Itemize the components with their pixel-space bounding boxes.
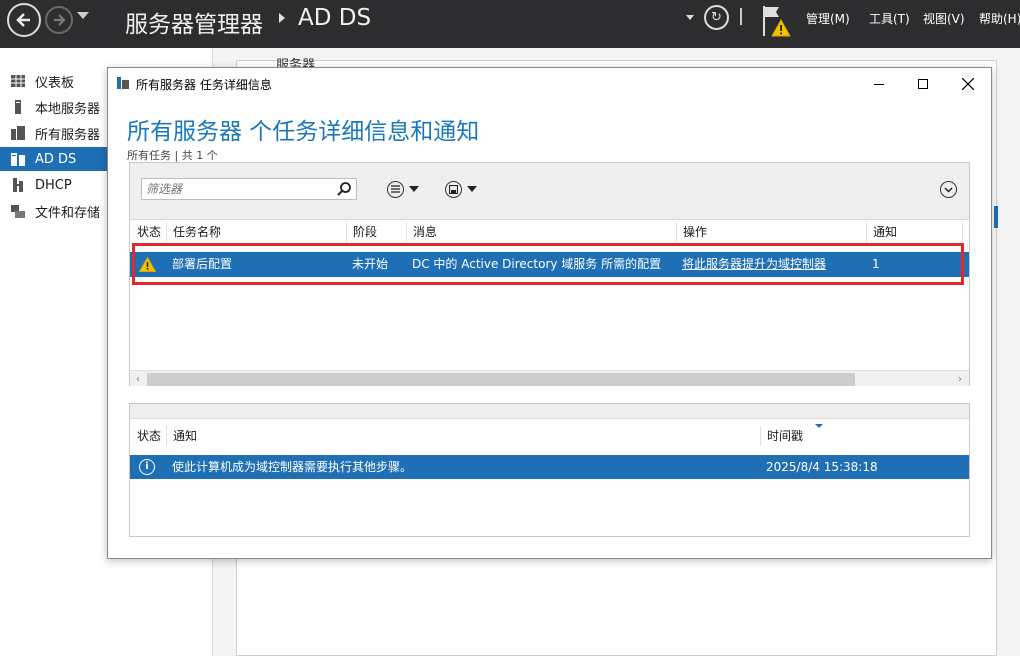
- arrow-right-icon: [54, 14, 66, 26]
- maximize-icon: [918, 78, 928, 89]
- minimize-icon: [874, 83, 884, 85]
- dialog-titlebar[interactable]: 所有服务器 任务详细信息: [108, 68, 991, 99]
- storage-icon: [11, 205, 25, 218]
- history-dropdown[interactable]: [77, 12, 89, 19]
- sidebar-item-label: 仪表板: [35, 75, 75, 91]
- scroll-right-icon[interactable]: ›: [953, 373, 967, 386]
- filter-input[interactable]: [141, 178, 357, 200]
- sidebar-item-label: 所有服务器: [35, 127, 101, 143]
- dhcp-icon: [13, 178, 23, 192]
- table-row[interactable]: 部署后配置 未开始 DC 中的 Active Directory 域服务 所需的…: [130, 252, 969, 277]
- task-stage: 未开始: [352, 257, 389, 271]
- divider: [740, 8, 742, 25]
- sidebar-item-all-servers[interactable]: 所有服务器: [0, 121, 107, 145]
- back-button[interactable]: [7, 3, 41, 37]
- promote-to-dc-link[interactable]: 将此服务器提升为域控制器: [682, 257, 826, 271]
- list-item[interactable]: i 使此计算机成为域控制器需要执行其他步骤。 2025/8/4 15:38:18: [130, 455, 969, 479]
- save-query-button[interactable]: [445, 180, 485, 198]
- column-header-action[interactable]: 操作: [676, 222, 866, 242]
- task-action-cell: 将此服务器提升为域控制器: [682, 252, 826, 277]
- refresh-button[interactable]: ↻: [704, 5, 729, 30]
- notification-list: 状态 通知 时间戳 i 使此计算机成为域控制器需要执行其他步骤。 2025/8/…: [129, 403, 970, 537]
- column-header-message[interactable]: 消息: [406, 222, 676, 242]
- sidebar-item-dashboard[interactable]: 仪表板: [0, 69, 107, 93]
- column-header-task-name[interactable]: 任务名称: [166, 222, 346, 242]
- menu-help[interactable]: 帮助(H): [979, 10, 1020, 27]
- app-title: 服务器管理器: [125, 12, 263, 38]
- server-manager-icon: [117, 77, 129, 89]
- column-header-notification[interactable]: 通知: [166, 426, 760, 446]
- notification-toolbar: [130, 404, 969, 419]
- column-header-status[interactable]: 状态: [131, 222, 161, 242]
- sidebar-item-adds[interactable]: AD DS: [0, 147, 107, 171]
- column-header-timestamp[interactable]: 时间戳: [760, 426, 873, 446]
- breadcrumb-separator-icon: [279, 13, 285, 23]
- column-header-notifications[interactable]: 通知: [866, 222, 962, 242]
- scrollbar-accent: [994, 206, 998, 228]
- list-icon: [387, 180, 404, 198]
- sidebar-item-file-storage[interactable]: 文件和存储: [0, 199, 107, 223]
- maximize-button[interactable]: [900, 68, 946, 99]
- sidebar-item-label: 本地服务器: [35, 101, 101, 117]
- dialog-title: 所有服务器 任务详细信息: [136, 78, 272, 92]
- search-icon[interactable]: [336, 181, 352, 197]
- scroll-left-icon[interactable]: ‹: [131, 373, 145, 386]
- forward-button[interactable]: [45, 6, 73, 34]
- chevron-down-icon: [467, 186, 477, 192]
- sort-descending-icon: [815, 424, 823, 428]
- sidebar-item-label: DHCP: [35, 177, 72, 193]
- chevron-down-icon: [409, 186, 419, 192]
- sidebar-item-dhcp[interactable]: DHCP: [0, 173, 107, 197]
- task-message: DC 中的 Active Directory 域服务 所需的配置: [412, 257, 662, 271]
- save-icon: [445, 180, 462, 198]
- page-title: AD DS: [298, 5, 372, 31]
- column-header-stage[interactable]: 阶段: [346, 222, 406, 242]
- task-name: 部署后配置: [172, 257, 233, 271]
- dialog-heading: 所有服务器 个任务详细信息和通知: [127, 119, 480, 145]
- dashboard-icon: [11, 75, 25, 87]
- chevron-down-icon[interactable]: [686, 15, 694, 20]
- refresh-icon: ↻: [711, 10, 722, 25]
- close-button[interactable]: [945, 68, 991, 99]
- info-icon: i: [139, 459, 155, 475]
- adds-icon: [11, 153, 25, 166]
- task-list: 状态 任务名称 阶段 消息 操作 通知 进 部署后配置 未开始 DC 中的 Ac…: [129, 162, 970, 386]
- column-options-button[interactable]: [387, 180, 427, 198]
- column-header-progress[interactable]: 进: [962, 222, 969, 242]
- warning-icon: [139, 257, 156, 272]
- task-count: 所有任务 | 共 1 个: [127, 149, 218, 162]
- minimize-button[interactable]: [856, 68, 902, 99]
- task-notifications: 1: [872, 257, 880, 271]
- horizontal-scrollbar[interactable]: ‹ ›: [130, 370, 969, 386]
- arrow-left-icon: [16, 13, 30, 27]
- scrollbar-thumb[interactable]: [147, 373, 855, 386]
- notifications-flag-icon[interactable]: [762, 4, 792, 38]
- notification-message: 使此计算机成为域控制器需要执行其他步骤。: [172, 460, 413, 474]
- sidebar: 仪表板 本地服务器 所有服务器 AD DS DHCP 文件和存储: [0, 48, 107, 656]
- task-details-dialog: 所有服务器 任务详细信息 所有服务器 个任务详细信息和通知 所有任务 | 共 1…: [107, 67, 992, 559]
- sidebar-item-local-server[interactable]: 本地服务器: [0, 95, 107, 119]
- expand-button[interactable]: [940, 181, 957, 198]
- close-icon: [962, 77, 974, 90]
- menu-manage[interactable]: 管理(M): [806, 10, 850, 27]
- menu-tools[interactable]: 工具(T): [869, 10, 910, 27]
- servers-icon: [11, 126, 25, 140]
- menu-view[interactable]: 视图(V): [923, 10, 965, 27]
- filter-bar: [130, 163, 969, 220]
- column-header-status[interactable]: 状态: [131, 426, 161, 446]
- notification-timestamp: 2025/8/4 15:38:18: [766, 460, 878, 474]
- sidebar-item-label: 文件和存储: [35, 205, 101, 221]
- title-bar: 服务器管理器 AD DS ↻ 管理(M) 工具(T) 视图(V) 帮助(H): [0, 0, 1020, 48]
- chevron-down-icon: [944, 186, 953, 193]
- server-icon: [15, 100, 21, 114]
- sidebar-item-label: AD DS: [35, 151, 77, 167]
